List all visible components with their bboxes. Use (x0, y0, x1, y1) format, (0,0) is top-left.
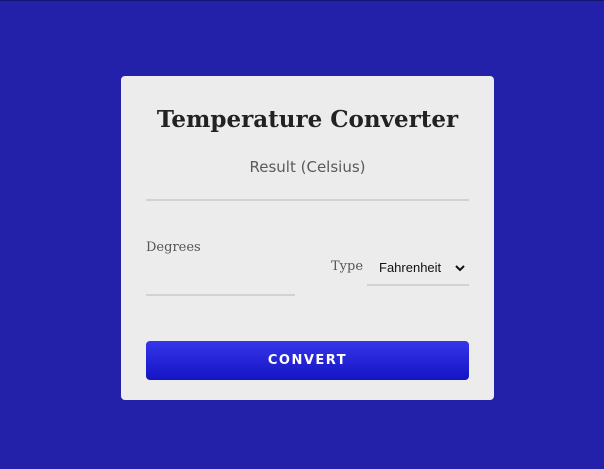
degrees-input[interactable] (146, 264, 295, 296)
page-title: Temperature Converter (156, 106, 459, 133)
convert-button[interactable]: CONVERT (146, 341, 469, 380)
type-select-value: Fahrenheit (379, 260, 442, 275)
converter-card: Temperature Converter Result (Celsius) D… (121, 76, 494, 400)
window-top-edge (0, 0, 604, 1)
result-divider (146, 199, 469, 201)
chevron-down-icon (455, 265, 465, 272)
degrees-label: Degrees (146, 240, 201, 255)
result-label: Result (Celsius) (249, 158, 366, 176)
type-label: Type (331, 259, 364, 274)
type-select[interactable]: Fahrenheit (367, 253, 469, 286)
